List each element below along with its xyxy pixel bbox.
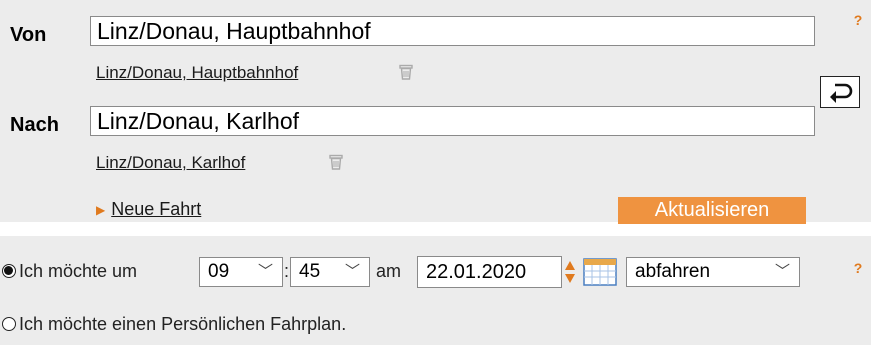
trash-icon[interactable] bbox=[397, 63, 415, 81]
update-button[interactable]: Aktualisieren bbox=[618, 197, 806, 224]
new-trip-link[interactable]: ▶ Neue Fahrt bbox=[96, 199, 201, 220]
personal-plan-label: Ich möchte einen Persönlichen Fahrplan. bbox=[19, 314, 347, 334]
departure-mode-select[interactable]: abfahren ﹀ bbox=[626, 257, 800, 287]
hour-select[interactable]: 09 ﹀ bbox=[199, 257, 283, 287]
hour-value: 09 bbox=[208, 261, 230, 282]
minute-select[interactable]: 45 ﹀ bbox=[290, 257, 370, 287]
calendar-icon[interactable] bbox=[583, 258, 617, 286]
trash-icon[interactable] bbox=[327, 153, 345, 171]
swap-button[interactable] bbox=[820, 76, 860, 108]
mode-value: abfahren bbox=[635, 261, 711, 282]
personal-plan-radio[interactable] bbox=[2, 317, 16, 331]
chevron-down-icon: ﹀ bbox=[257, 263, 273, 280]
from-input[interactable]: Linz/Donau, Hauptbahnhof bbox=[90, 16, 815, 46]
minute-value: 45 bbox=[299, 261, 321, 282]
time-option-label: Ich möchte um bbox=[19, 261, 138, 281]
swap-arrow-icon bbox=[830, 83, 853, 103]
to-input[interactable]: Linz/Donau, Karlhof bbox=[90, 106, 815, 136]
new-trip-label: Neue Fahrt bbox=[111, 199, 202, 219]
to-suggestion-link[interactable]: Linz/Donau, Karlhof bbox=[96, 153, 245, 173]
chevron-down-icon: ﹀ bbox=[774, 263, 790, 280]
help-icon-time[interactable]: ? bbox=[852, 260, 864, 276]
date-stepper-icon[interactable] bbox=[564, 259, 576, 285]
from-label: Von bbox=[10, 24, 47, 46]
date-input[interactable]: 22.01.2020 bbox=[417, 256, 562, 288]
to-label: Nach bbox=[10, 114, 59, 136]
play-triangle-icon: ▶ bbox=[96, 202, 106, 217]
chevron-down-icon: ﹀ bbox=[344, 263, 360, 280]
time-separator: : bbox=[284, 261, 290, 281]
help-icon-from[interactable]: ? bbox=[852, 12, 864, 28]
date-label: am bbox=[376, 261, 402, 281]
from-suggestion-link[interactable]: Linz/Donau, Hauptbahnhof bbox=[96, 63, 298, 83]
time-option-radio[interactable] bbox=[2, 264, 16, 278]
